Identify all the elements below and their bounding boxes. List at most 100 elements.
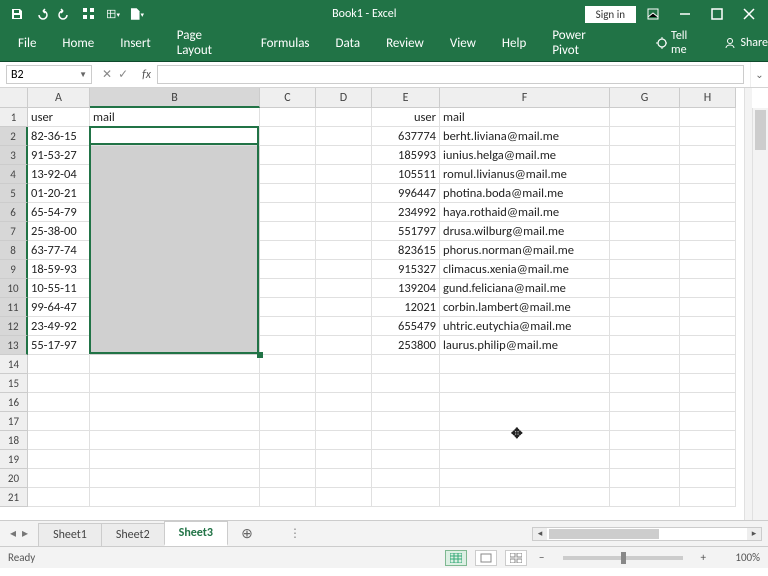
row-header[interactable]: 19 [0, 450, 28, 469]
row-header[interactable]: 13 [0, 336, 28, 355]
cell[interactable] [440, 393, 610, 412]
cell[interactable]: phorus.norman@mail.me [440, 241, 610, 260]
tab-data[interactable]: Data [334, 32, 363, 55]
cell[interactable] [90, 298, 260, 317]
cell[interactable] [260, 469, 316, 488]
name-box[interactable]: B2 ▼ [6, 65, 92, 84]
row-header[interactable]: 7 [0, 222, 28, 241]
row-header[interactable]: 12 [0, 317, 28, 336]
cell[interactable] [680, 431, 736, 450]
sign-in-button[interactable]: Sign in [585, 6, 636, 23]
cell[interactable] [316, 298, 372, 317]
cell[interactable] [610, 317, 680, 336]
cell[interactable] [680, 355, 736, 374]
cell[interactable]: 13-92-04 [28, 165, 90, 184]
cell[interactable]: corbin.lambert@mail.me [440, 298, 610, 317]
cell[interactable]: 82-36-15 [28, 127, 90, 146]
zoom-out-button[interactable]: − [535, 551, 548, 564]
cell[interactable] [440, 450, 610, 469]
zoom-slider[interactable] [563, 556, 683, 560]
cell[interactable] [90, 241, 260, 260]
cell[interactable] [316, 412, 372, 431]
cell[interactable] [610, 241, 680, 260]
tell-me[interactable]: Tell me [656, 29, 702, 57]
cell[interactable] [680, 222, 736, 241]
row-header[interactable]: 4 [0, 165, 28, 184]
cell[interactable] [260, 298, 316, 317]
row-header[interactable]: 9 [0, 260, 28, 279]
row-header[interactable]: 3 [0, 146, 28, 165]
cell[interactable] [90, 279, 260, 298]
cell[interactable] [680, 108, 736, 127]
cell[interactable] [316, 374, 372, 393]
horizontal-scrollbar[interactable]: ◂ ▸ [532, 527, 762, 541]
scroll-left-icon[interactable]: ◂ [533, 528, 547, 540]
cell[interactable]: iunius.helga@mail.me [440, 146, 610, 165]
cell[interactable]: 25-38-00 [28, 222, 90, 241]
cell[interactable] [260, 184, 316, 203]
fx-label[interactable]: fx [136, 62, 157, 87]
cell[interactable] [316, 469, 372, 488]
cell[interactable] [440, 412, 610, 431]
row-header[interactable]: 6 [0, 203, 28, 222]
sheet-tab[interactable]: Sheet3 [164, 521, 228, 546]
row-header[interactable]: 5 [0, 184, 28, 203]
close-icon[interactable] [742, 7, 756, 21]
cell[interactable] [90, 431, 260, 450]
tab-page-layout[interactable]: Page Layout [175, 24, 237, 62]
cell[interactable] [316, 184, 372, 203]
cell[interactable] [372, 488, 440, 507]
column-header[interactable]: F [440, 88, 610, 108]
cell[interactable] [90, 127, 260, 146]
row-header[interactable]: 20 [0, 469, 28, 488]
cell[interactable] [28, 412, 90, 431]
cell[interactable] [260, 488, 316, 507]
cell[interactable] [28, 469, 90, 488]
cell[interactable]: 234992 [372, 203, 440, 222]
cell[interactable] [316, 336, 372, 355]
column-header[interactable]: B [90, 88, 260, 108]
cell[interactable] [28, 450, 90, 469]
column-header[interactable]: C [260, 88, 316, 108]
cell[interactable]: mail [90, 108, 260, 127]
cell[interactable] [440, 355, 610, 374]
vertical-scrollbar[interactable] [752, 108, 768, 520]
cell[interactable] [316, 317, 372, 336]
cell[interactable] [90, 222, 260, 241]
cell[interactable] [90, 184, 260, 203]
cell[interactable]: 99-64-47 [28, 298, 90, 317]
cell[interactable] [28, 488, 90, 507]
cell[interactable]: 23-49-92 [28, 317, 90, 336]
cell[interactable] [610, 279, 680, 298]
cell[interactable] [610, 184, 680, 203]
cell[interactable]: laurus.philip@mail.me [440, 336, 610, 355]
select-all-corner[interactable] [0, 88, 28, 108]
cell[interactable] [610, 127, 680, 146]
cell[interactable] [260, 108, 316, 127]
cell[interactable] [440, 431, 610, 450]
cell[interactable]: uhtric.eutychia@mail.me [440, 317, 610, 336]
row-header[interactable]: 11 [0, 298, 28, 317]
cell[interactable] [90, 393, 260, 412]
column-header[interactable]: H [680, 88, 736, 108]
chevron-down-icon[interactable]: ▼ [79, 70, 87, 80]
cell[interactable] [610, 108, 680, 127]
cell[interactable]: 12021 [372, 298, 440, 317]
cell[interactable] [680, 317, 736, 336]
cell[interactable] [680, 469, 736, 488]
cell[interactable] [610, 260, 680, 279]
row-header[interactable]: 21 [0, 488, 28, 507]
cell[interactable]: berht.liviana@mail.me [440, 127, 610, 146]
cell[interactable] [260, 336, 316, 355]
cell[interactable]: 63-77-74 [28, 241, 90, 260]
cell[interactable]: haya.rothaid@mail.me [440, 203, 610, 222]
qat-new-icon[interactable]: ▾ [130, 7, 144, 21]
cell[interactable] [680, 241, 736, 260]
column-header[interactable]: D [316, 88, 372, 108]
cell[interactable] [90, 203, 260, 222]
cell[interactable] [90, 336, 260, 355]
cell[interactable] [680, 146, 736, 165]
add-sheet-button[interactable]: ⊕ [235, 525, 259, 542]
cell[interactable] [316, 393, 372, 412]
cell[interactable] [28, 374, 90, 393]
